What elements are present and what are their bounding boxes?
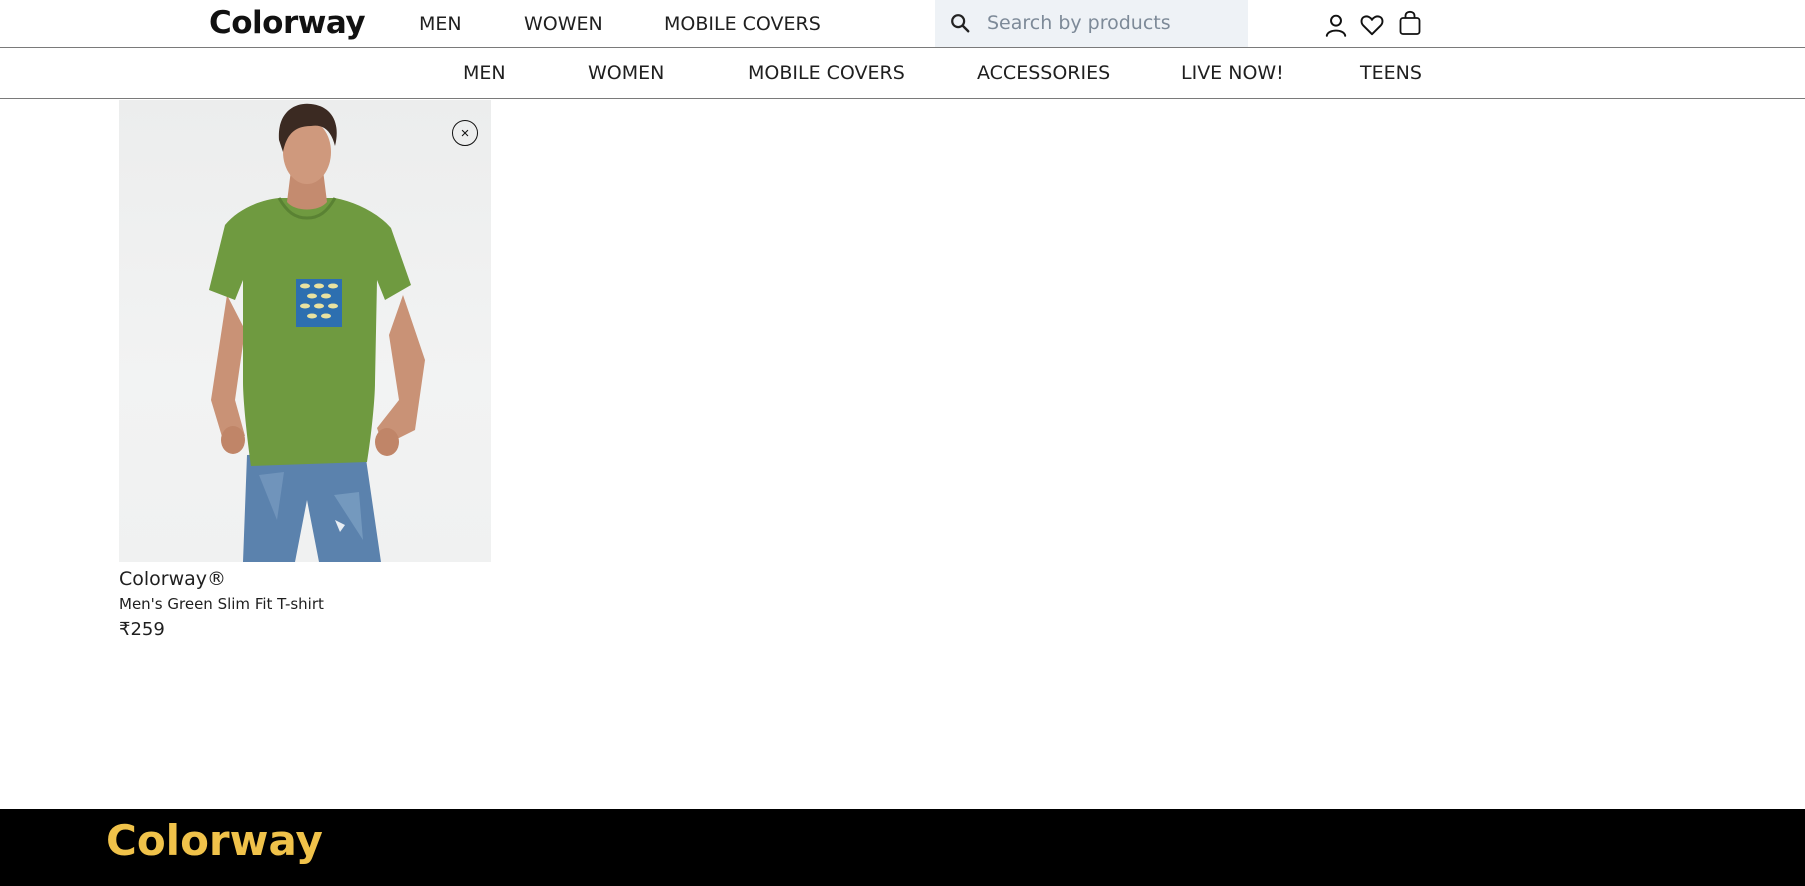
top-header: Colorway MEN WOWEN MOBILE COVERS [0,0,1805,48]
product-name[interactable]: Men's Green Slim Fit T-shirt [119,594,491,614]
search-box [935,0,1248,47]
category-men[interactable]: MEN [463,61,506,85]
product-card[interactable]: × Colorway® Men's Green Slim Fit T-shirt… [119,100,491,641]
footer: Colorway [0,809,1805,886]
model-photo [209,103,425,562]
top-nav-women[interactable]: WOWEN [524,12,603,36]
search-icon[interactable] [949,12,971,34]
product-price: ₹259 [119,619,165,640]
category-teens[interactable]: TEENS [1360,61,1422,85]
top-nav-mobile-covers[interactable]: MOBILE COVERS [664,12,821,36]
heart-icon[interactable] [1359,12,1385,38]
site-logo[interactable]: Colorway [209,4,366,42]
close-icon: × [460,124,470,142]
footer-logo[interactable]: Colorway [106,815,323,867]
category-live-now[interactable]: LIVE NOW! [1181,61,1284,85]
remove-item-button[interactable]: × [452,120,478,146]
category-mobile-covers[interactable]: MOBILE COVERS [748,61,905,85]
top-nav-men[interactable]: MEN [419,12,462,36]
search-input[interactable] [987,8,1232,38]
category-accessories[interactable]: ACCESSORIES [977,61,1110,85]
bag-icon[interactable] [1397,10,1423,36]
product-brand: Colorway® [119,568,227,590]
category-nav: MEN WOMEN MOBILE COVERS ACCESSORIES LIVE… [0,48,1805,99]
category-women[interactable]: WOMEN [588,61,664,85]
product-image[interactable]: × [119,100,491,562]
user-icon[interactable] [1323,12,1349,38]
